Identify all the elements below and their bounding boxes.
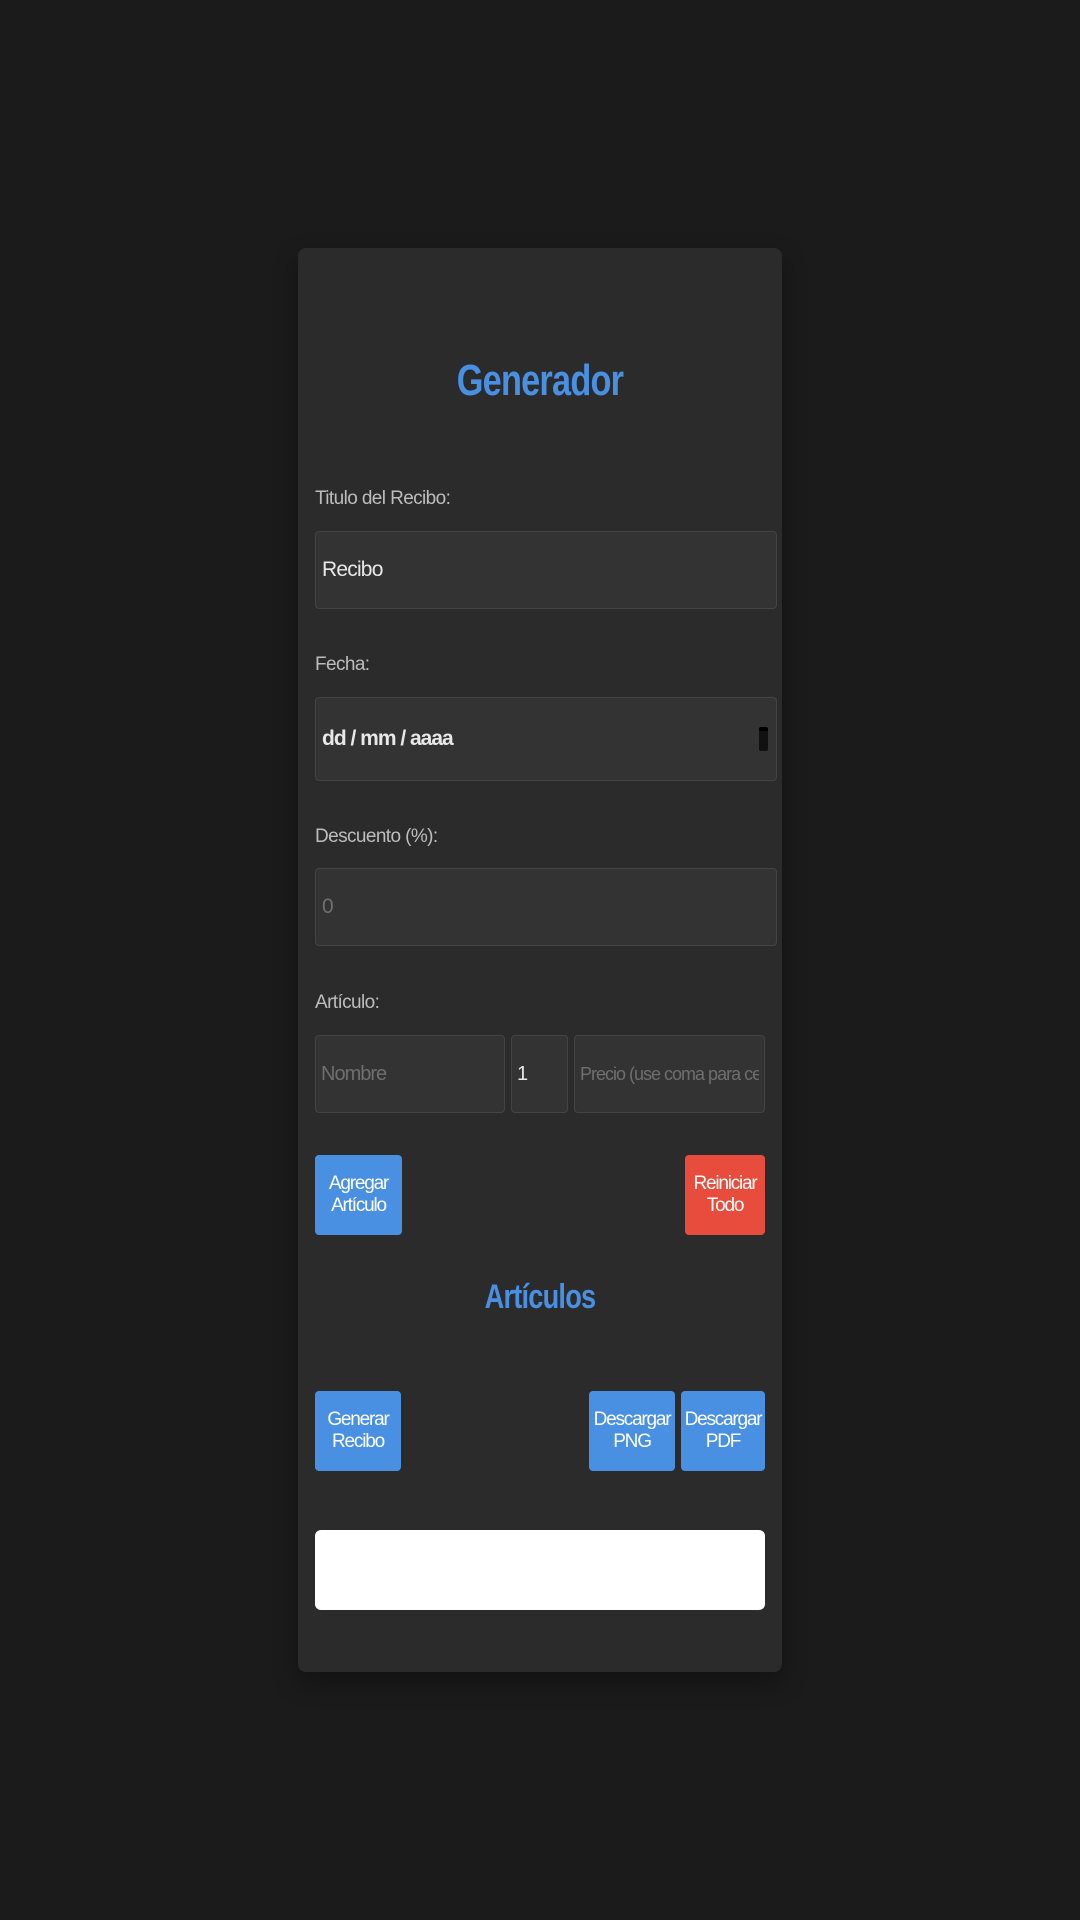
- date-placeholder: dd / mm / aaaa: [322, 727, 454, 750]
- discount-input[interactable]: [315, 868, 777, 946]
- receipt-generator-card: Generador Titulo del Recibo: Fecha: dd /…: [298, 248, 782, 1672]
- receipt-title-input[interactable]: [315, 531, 777, 609]
- add-item-button[interactable]: Agregar Artículo: [315, 1155, 402, 1235]
- calendar-icon[interactable]: [759, 727, 768, 751]
- item-quantity-input[interactable]: [511, 1035, 568, 1113]
- download-png-button[interactable]: Descargar PNG: [589, 1391, 675, 1471]
- items-section-title: Artículos: [484, 1278, 596, 1316]
- date-input[interactable]: dd / mm / aaaa: [315, 697, 777, 781]
- discount-label: Descuento (%):: [315, 826, 438, 847]
- date-label: Fecha:: [315, 654, 370, 675]
- receipt-preview: [315, 1530, 765, 1610]
- download-pdf-button[interactable]: Descargar PDF: [681, 1391, 765, 1471]
- generate-receipt-button[interactable]: Generar Recibo: [315, 1391, 401, 1471]
- item-price-input[interactable]: [574, 1035, 765, 1113]
- reset-all-button[interactable]: Reiniciar Todo: [685, 1155, 765, 1235]
- app-title: Generador: [456, 356, 624, 405]
- receipt-title-label: Titulo del Recibo:: [315, 488, 451, 509]
- item-label: Artículo:: [315, 992, 380, 1013]
- item-name-input[interactable]: [315, 1035, 505, 1113]
